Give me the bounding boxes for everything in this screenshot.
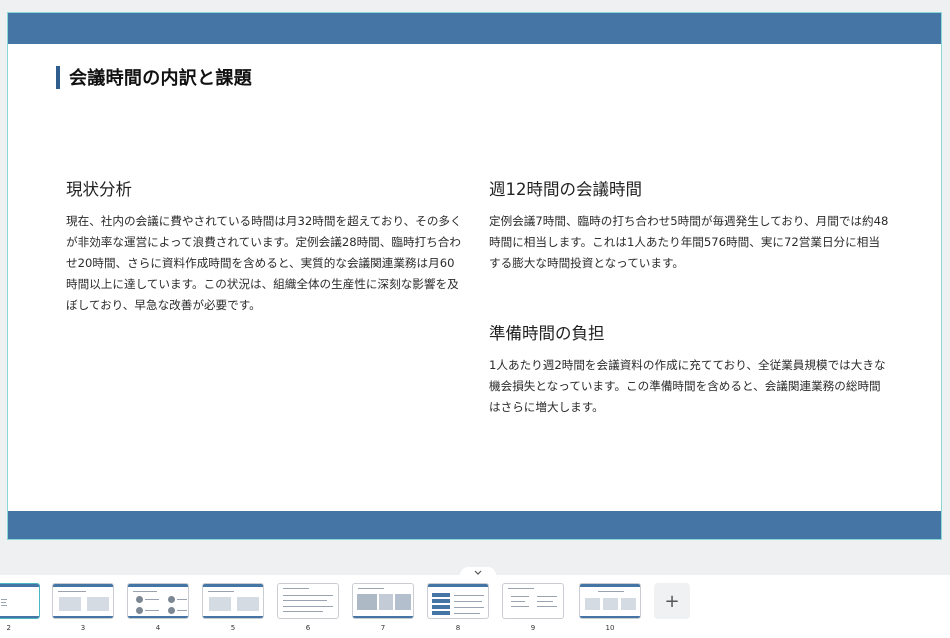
slide-footer-band bbox=[8, 511, 941, 539]
section-body[interactable]: 1人あたり週2時間を会議資料の作成に充てており、全従業員規模では大きな機会損失と… bbox=[489, 355, 889, 418]
slide-number: 2 bbox=[6, 624, 11, 632]
section-heading[interactable]: 現状分析 bbox=[66, 176, 466, 200]
slide-thumbnail[interactable] bbox=[277, 583, 339, 619]
section-body[interactable]: 現在、社内の会議に費やされている時間は月32時間を超えており、その多くが非効率な… bbox=[66, 211, 466, 316]
slide-header-band bbox=[8, 13, 941, 44]
slide-thumbnail[interactable] bbox=[52, 583, 114, 619]
section-preparation-burden: 準備時間の負担 1人あたり週2時間を会議資料の作成に充てており、全従業員規模では… bbox=[489, 320, 889, 418]
slide-number: 4 bbox=[155, 624, 161, 632]
section-heading[interactable]: 準備時間の負担 bbox=[489, 320, 889, 344]
slide-number: 3 bbox=[80, 624, 86, 632]
slide[interactable]: 会議時間の内訳と課題 現状分析 現在、社内の会議に費やされている時間は月32時間… bbox=[7, 12, 942, 540]
add-slide-button[interactable]: + bbox=[654, 583, 690, 619]
slide-thumbnail[interactable] bbox=[427, 583, 489, 619]
chevron-down-icon bbox=[474, 570, 482, 575]
slide-number: 7 bbox=[380, 624, 386, 632]
slide-number: 6 bbox=[305, 624, 311, 632]
slide-thumbnail[interactable] bbox=[0, 583, 40, 619]
section-body[interactable]: 定例会議7時間、臨時の打ち合わせ5時間が毎週発生しており、月間では約48時間に相… bbox=[489, 211, 889, 274]
slide-thumbnail[interactable] bbox=[352, 583, 414, 619]
section-current-analysis: 現状分析 現在、社内の会議に費やされている時間は月32時間を超えており、その多く… bbox=[66, 176, 466, 316]
slide-number: 9 bbox=[530, 624, 536, 632]
slide-filmstrip: 2 3 4 5 6 7 8 9 10 + bbox=[0, 575, 950, 638]
slide-number: 8 bbox=[455, 624, 461, 632]
slide-title-text[interactable]: 会議時間の内訳と課題 bbox=[69, 64, 252, 90]
slide-number: 10 bbox=[605, 624, 615, 632]
editor-canvas: 会議時間の内訳と課題 現状分析 現在、社内の会議に費やされている時間は月32時間… bbox=[0, 0, 950, 575]
slide-number: 5 bbox=[230, 624, 236, 632]
title-accent-bar bbox=[56, 65, 60, 89]
section-weekly-meeting-time: 週12時間の会議時間 定例会議7時間、臨時の打ち合わせ5時間が毎週発生しており、… bbox=[489, 176, 889, 274]
slide-thumbnail[interactable] bbox=[202, 583, 264, 619]
slide-title: 会議時間の内訳と課題 bbox=[56, 65, 252, 89]
slide-thumbnail[interactable] bbox=[127, 583, 189, 619]
slide-thumbnail[interactable] bbox=[579, 583, 641, 619]
slide-thumbnail[interactable] bbox=[502, 583, 564, 619]
section-heading[interactable]: 週12時間の会議時間 bbox=[489, 176, 889, 200]
